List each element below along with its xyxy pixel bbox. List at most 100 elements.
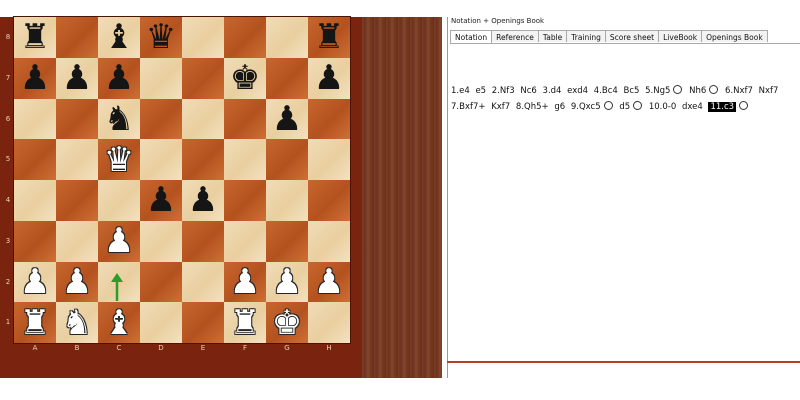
square-c1[interactable]: ♝ <box>98 302 140 343</box>
square-d2[interactable] <box>140 261 182 303</box>
square-c8[interactable]: ♝ <box>98 17 140 58</box>
white-pawn-icon[interactable]: ♟ <box>62 265 92 299</box>
square-b6[interactable] <box>56 98 98 140</box>
white-pawn-icon[interactable]: ♟ <box>230 265 260 299</box>
square-b2[interactable]: ♟ <box>56 261 98 303</box>
tab-openings-book[interactable]: Openings Book <box>701 30 768 42</box>
move-text[interactable]: 5.Ng5 <box>645 86 670 96</box>
move-text[interactable]: 2.Nf3 <box>492 86 515 96</box>
square-f8[interactable] <box>224 17 266 58</box>
black-knight-icon[interactable]: ♞ <box>104 102 134 136</box>
square-e5[interactable] <box>182 139 224 180</box>
black-rook-icon[interactable]: ♜ <box>314 20 344 54</box>
move-text[interactable]: 8.Qh5+ <box>516 102 549 112</box>
tab-table[interactable]: Table <box>537 30 568 42</box>
square-b4[interactable] <box>56 180 98 221</box>
square-g4[interactable] <box>266 180 308 221</box>
black-king-icon[interactable]: ♚ <box>230 61 260 95</box>
square-b7[interactable]: ♟ <box>56 57 98 99</box>
variation-marker-icon[interactable] <box>603 101 613 110</box>
square-c3[interactable]: ♟ <box>98 220 140 262</box>
square-c7[interactable]: ♟ <box>98 57 140 99</box>
move-text[interactable]: 7.Bxf7+ <box>451 102 486 112</box>
square-g1[interactable]: ♚ <box>266 302 308 343</box>
black-pawn-icon[interactable]: ♟ <box>20 61 50 95</box>
square-f5[interactable] <box>224 139 266 180</box>
variation-marker-icon[interactable] <box>673 85 683 94</box>
chessboard[interactable]: ♜ ♝ ♛ ♜ ♟ ♟ ♟ ♚ ♟ ♞ ♟ ♛ ♟ ♟ ♟ ♟ ♟ ♟ ♟ ♟ ♜ ♞ ♝ ♜ ♚ <box>13 16 351 344</box>
square-e8[interactable] <box>182 17 224 58</box>
square-c6[interactable]: ♞ <box>98 98 140 140</box>
black-pawn-icon[interactable]: ♟ <box>146 183 176 217</box>
move-text[interactable]: Nc6 <box>520 86 536 96</box>
square-h1[interactable] <box>308 302 350 343</box>
square-e3[interactable] <box>182 220 224 262</box>
square-e2[interactable] <box>182 261 224 303</box>
move-text[interactable]: 3.d4 <box>543 86 562 96</box>
square-e6[interactable] <box>182 98 224 140</box>
move-text[interactable]: g6 <box>554 102 565 112</box>
square-e7[interactable] <box>182 57 224 99</box>
square-a2[interactable]: ♟ <box>14 261 56 303</box>
square-g5[interactable] <box>266 139 308 180</box>
black-pawn-icon[interactable]: ♟ <box>104 61 134 95</box>
move-text[interactable]: Bc5 <box>624 86 640 96</box>
square-f6[interactable] <box>224 98 266 140</box>
move-text[interactable]: 10.0-0 <box>649 102 676 112</box>
move-text[interactable]: 4.Bc4 <box>594 86 618 96</box>
tab-training[interactable]: Training <box>566 30 606 42</box>
square-d6[interactable] <box>140 98 182 140</box>
move-text[interactable]: d5 <box>619 102 630 112</box>
move-text[interactable]: Nxf7 <box>759 86 779 96</box>
move-text[interactable]: 6.Nxf7 <box>725 86 753 96</box>
square-e1[interactable] <box>182 302 224 343</box>
tab-notation[interactable]: Notation <box>450 30 493 43</box>
square-a6[interactable] <box>14 98 56 140</box>
square-a7[interactable]: ♟ <box>14 57 56 99</box>
square-b3[interactable] <box>56 220 98 262</box>
white-pawn-icon[interactable]: ♟ <box>20 265 50 299</box>
square-g2[interactable]: ♟ <box>266 261 308 303</box>
square-f2[interactable]: ♟ <box>224 261 266 303</box>
square-g8[interactable] <box>266 17 308 58</box>
square-f7[interactable]: ♚ <box>224 57 266 99</box>
square-d7[interactable] <box>140 57 182 99</box>
square-h2[interactable]: ♟ <box>308 261 350 303</box>
square-d5[interactable] <box>140 139 182 180</box>
square-f1[interactable]: ♜ <box>224 302 266 343</box>
square-h7[interactable]: ♟ <box>308 57 350 99</box>
square-f3[interactable] <box>224 220 266 262</box>
move-text[interactable]: dxe4 <box>682 102 703 112</box>
move-text[interactable]: e5 <box>475 86 486 96</box>
current-move[interactable]: 11.c3 <box>708 102 737 112</box>
square-a1[interactable]: ♜ <box>14 302 56 343</box>
square-c4[interactable] <box>98 180 140 221</box>
move-text[interactable]: exd4 <box>567 86 588 96</box>
square-d8[interactable]: ♛ <box>140 17 182 58</box>
square-d4[interactable]: ♟ <box>140 180 182 221</box>
white-rook-icon[interactable]: ♜ <box>20 306 50 340</box>
square-a3[interactable] <box>14 220 56 262</box>
square-b5[interactable] <box>56 139 98 180</box>
move-text[interactable]: Nh6 <box>689 86 706 96</box>
square-d3[interactable] <box>140 220 182 262</box>
square-h8[interactable]: ♜ <box>308 17 350 58</box>
square-a8[interactable]: ♜ <box>14 17 56 58</box>
white-pawn-icon[interactable]: ♟ <box>272 265 302 299</box>
black-rook-icon[interactable]: ♜ <box>20 20 50 54</box>
variation-marker-icon[interactable] <box>709 85 719 94</box>
square-h6[interactable] <box>308 98 350 140</box>
black-pawn-icon[interactable]: ♟ <box>272 102 302 136</box>
square-c5[interactable]: ♛ <box>98 139 140 180</box>
square-b1[interactable]: ♞ <box>56 302 98 343</box>
square-b8[interactable] <box>56 17 98 58</box>
square-h3[interactable] <box>308 220 350 262</box>
white-king-icon[interactable]: ♚ <box>272 306 302 340</box>
square-g6[interactable]: ♟ <box>266 98 308 140</box>
square-e4[interactable]: ♟ <box>182 180 224 221</box>
black-bishop-icon[interactable]: ♝ <box>104 20 134 54</box>
square-h5[interactable] <box>308 139 350 180</box>
move-text[interactable]: 1.e4 <box>451 86 470 96</box>
black-queen-icon[interactable]: ♛ <box>146 20 176 54</box>
black-pawn-icon[interactable]: ♟ <box>314 61 344 95</box>
